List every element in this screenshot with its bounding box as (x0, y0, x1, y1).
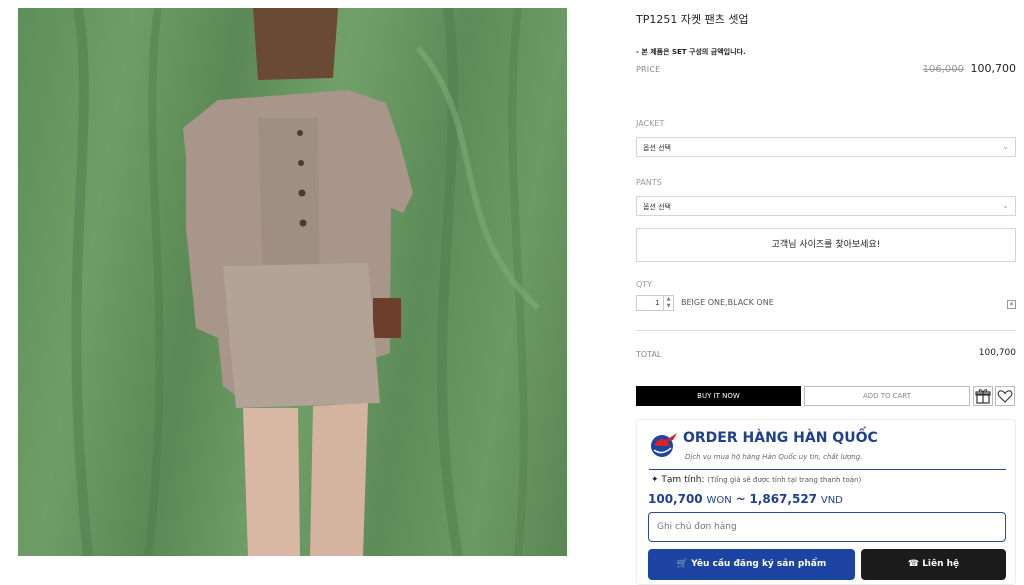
divider (636, 330, 1016, 331)
estimate-note: (Tổng giá sẽ được tính tại trang thanh t… (707, 476, 862, 484)
price-value: 106,000 100,700 (923, 62, 1016, 75)
estimate-label: Tạm tính: (661, 475, 705, 485)
price-conversion: 100,700 WON ~ 1,867,527 VND (648, 492, 843, 506)
pants-option-label: PANTS (636, 178, 662, 187)
chevron-down-icon: ⌄ (1002, 201, 1009, 210)
product-title: TP1251 자켓 팬츠 셋업 (636, 13, 749, 26)
close-icon[interactable]: ✕ (1007, 300, 1016, 309)
quantity-value: 1 (655, 299, 660, 307)
phone-icon: ☎ (907, 559, 920, 569)
stepper-arrows-icon[interactable]: ▲ ▼ (663, 296, 673, 310)
vnd-unit: VND (820, 495, 843, 506)
total-value: 100,700 (978, 348, 1016, 358)
quantity-stepper[interactable]: 1 ▲ ▼ (636, 295, 674, 311)
gift-icon (975, 389, 991, 404)
vnd-amount: 1,867,527 (749, 492, 818, 506)
won-unit: WON (706, 495, 732, 506)
qty-label: QTY (636, 280, 653, 289)
sparkle-icon: ✦ (651, 475, 659, 485)
wishlist-button[interactable] (995, 386, 1015, 406)
set-note: - 본 제품은 SET 구성의 금액입니다. (636, 48, 746, 56)
jacket-option-value: 옵션 선택 (643, 144, 671, 152)
divider (649, 469, 1006, 470)
sale-price: 100,700 (970, 62, 1017, 75)
won-amount: 100,700 (648, 492, 703, 506)
airplane-logo-icon (651, 433, 677, 457)
product-info-panel: TP1251 자켓 팬츠 셋업 - 본 제품은 SET 구성의 금액입니다. P… (636, 0, 1016, 585)
gift-button[interactable] (973, 386, 993, 406)
selected-variant: BEIGE ONE,BLACK ONE (681, 298, 774, 307)
product-image (18, 8, 567, 556)
chevron-down-icon: ⌄ (1002, 142, 1009, 151)
buy-now-button[interactable]: BUY IT NOW (636, 386, 801, 406)
add-to-cart-button[interactable]: ADD TO CART (804, 386, 970, 406)
contact-label: Liên hệ (922, 559, 960, 569)
price-label: PRICE (636, 65, 661, 74)
order-note-field[interactable]: Ghi chú đơn hàng (648, 512, 1006, 542)
order-widget-title: ORDER HÀNG HÀN QUỐC (683, 430, 878, 446)
pants-option-value: 옵션 선택 (643, 203, 671, 211)
heart-icon (997, 390, 1013, 403)
contact-button[interactable]: ☎ Liên hệ (861, 549, 1006, 580)
estimate-row: ✦ Tạm tính: (Tổng giá sẽ được tính tại t… (651, 475, 861, 485)
total-label: TOTAL (636, 350, 662, 359)
original-price: 106,000 (922, 64, 964, 75)
pants-option-select[interactable]: 옵션 선택 ⌄ (636, 196, 1016, 216)
order-widget-subtitle: Dịch vụ mua hộ hàng Hàn Quốc uy tín, chấ… (685, 453, 863, 461)
conversion-separator: ~ (735, 492, 746, 506)
request-product-label: Yêu cầu đăng ký sản phẩm (691, 559, 827, 569)
cart-icon: 🛒 (676, 559, 689, 569)
jacket-option-select[interactable]: 옵션 선택 ⌄ (636, 137, 1016, 157)
order-service-widget: ORDER HÀNG HÀN QUỐC Dịch vụ mua hộ hàng … (636, 419, 1016, 585)
request-product-button[interactable]: 🛒 Yêu cầu đăng ký sản phẩm (648, 549, 855, 580)
jacket-option-label: JACKET (636, 119, 665, 128)
find-size-button[interactable]: 고객님 사이즈를 찾아보세요! (636, 228, 1016, 262)
